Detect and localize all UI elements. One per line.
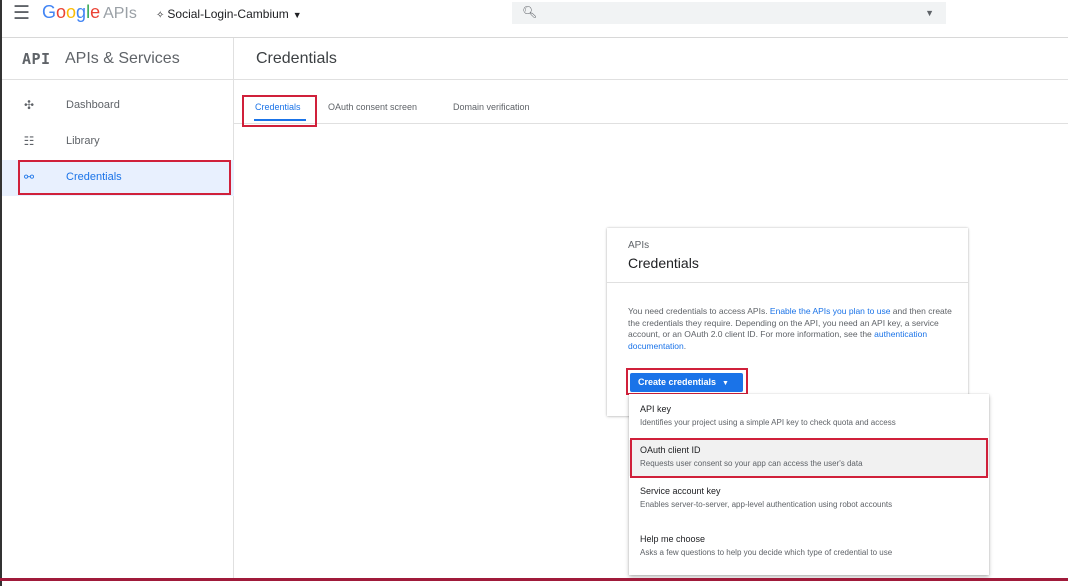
enable-apis-link[interactable]: Enable the APIs you plan to use: [770, 306, 891, 316]
library-icon: ☷: [23, 134, 35, 148]
search-input[interactable]: 🔍︎ ▼: [512, 2, 946, 24]
highlight-box-credentials-nav: [18, 160, 231, 195]
logo-letter: o: [56, 2, 67, 22]
google-apis-logo[interactable]: Google APIs: [42, 1, 137, 25]
window-border-bottom: [0, 578, 1068, 581]
card-kicker: APIs: [628, 240, 650, 251]
menu-icon[interactable]: ☰: [13, 4, 30, 24]
menu-item-title: Help me choose: [640, 534, 706, 544]
menu-item-description: Identifies your project using a simple A…: [640, 418, 896, 427]
card-description: You need credentials to access APIs. Ena…: [628, 306, 953, 352]
sidebar-item-label: Library: [66, 135, 100, 147]
menu-item-title: Service account key: [640, 486, 721, 496]
search-dropdown-icon[interactable]: ▼: [925, 8, 934, 18]
top-bar: ☰ Google APIs ✧ Social-Login-Cambium ▼ 🔍︎ ▼: [2, 0, 1068, 38]
highlight-box-oauth-client-id: [630, 438, 988, 478]
api-logo: API: [22, 50, 51, 68]
dashboard-icon: ✣: [23, 98, 35, 112]
card-text-part: .: [683, 340, 687, 351]
card-title: Credentials: [628, 255, 699, 271]
menu-item-help-me-choose[interactable]: Help me choose Asks a few questions to h…: [629, 529, 989, 565]
tab-domain-verification[interactable]: Domain verification: [453, 102, 530, 112]
tab-oauth-consent-screen[interactable]: OAuth consent screen: [328, 102, 417, 112]
highlight-box-create-button: [626, 368, 748, 395]
sidebar-title[interactable]: APIs & Services: [65, 50, 180, 68]
sidebar-item-library[interactable]: ☷ Library: [2, 124, 234, 160]
menu-item-description: Asks a few questions to help you decide …: [640, 548, 893, 557]
sidebar: ✣ Dashboard ☷ Library ⚯ Credentials: [2, 80, 234, 578]
project-name: Social-Login-Cambium: [167, 7, 289, 21]
menu-item-description: Enables server-to-server, app-level auth…: [640, 500, 893, 509]
menu-item-title: API key: [640, 404, 672, 414]
create-credentials-menu: API key Identifies your project using a …: [629, 394, 989, 575]
main-header: Credentials: [234, 38, 1068, 80]
page-title: Credentials: [256, 50, 337, 67]
sidebar-item-label: Dashboard: [66, 99, 120, 111]
tab-bar: Credentials OAuth consent screen Domain …: [234, 80, 1068, 124]
card-divider: [607, 282, 968, 283]
logo-letter: G: [42, 2, 57, 22]
logo-letter: o: [66, 2, 77, 22]
logo-letter: e: [90, 2, 101, 22]
chevron-down-icon: ▼: [292, 10, 302, 20]
logo-suffix: APIs: [103, 5, 137, 22]
menu-item-service-account-key[interactable]: Service account key Enables server-to-se…: [629, 481, 989, 517]
project-icon: ✧: [156, 10, 165, 21]
highlight-box-credentials-tab: [242, 95, 317, 127]
sidebar-item-dashboard[interactable]: ✣ Dashboard: [2, 88, 234, 124]
search-icon: 🔍︎: [522, 5, 538, 19]
card-text-part: You need credentials to access APIs.: [628, 306, 770, 316]
sidebar-header: API APIs & Services: [2, 38, 234, 80]
project-selector[interactable]: ✧ Social-Login-Cambium ▼: [156, 6, 302, 24]
logo-letter: g: [76, 2, 87, 22]
menu-item-api-key[interactable]: API key Identifies your project using a …: [629, 399, 989, 435]
